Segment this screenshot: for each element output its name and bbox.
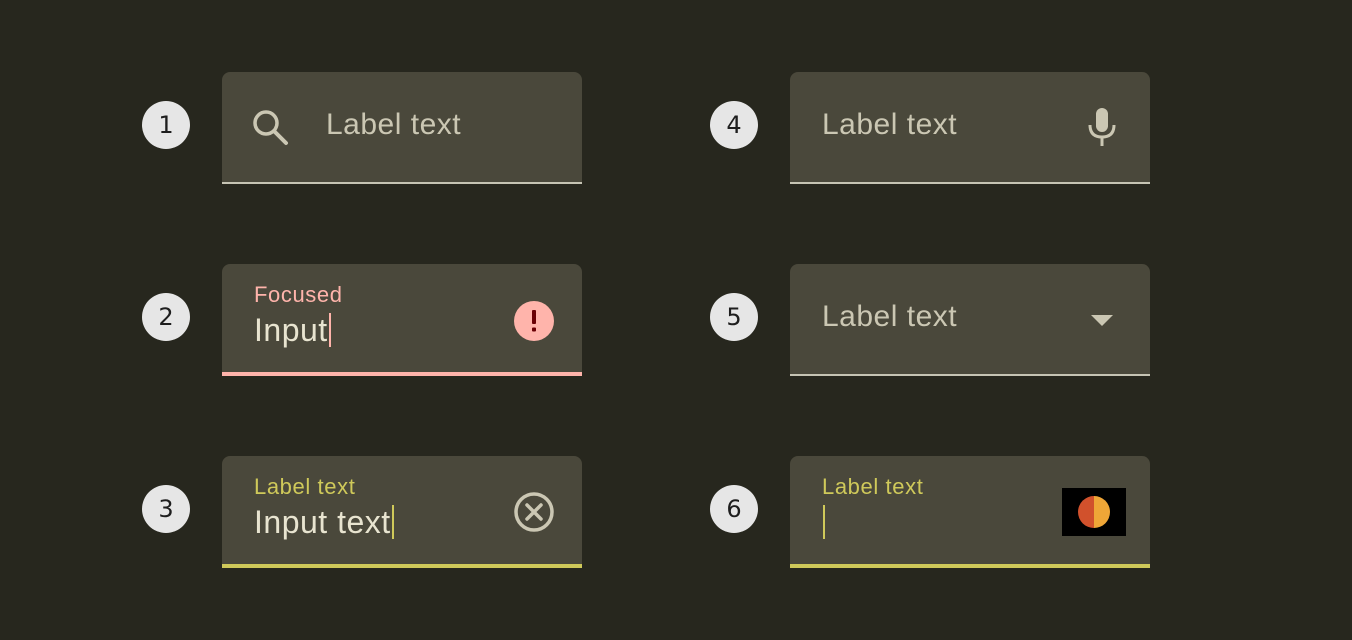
step-badge-2: 2 bbox=[142, 293, 190, 341]
dropdown-field[interactable]: Label text bbox=[790, 264, 1150, 376]
field-label: Label text bbox=[822, 474, 924, 499]
clear-icon[interactable] bbox=[513, 491, 555, 533]
voice-text-field[interactable]: Label text bbox=[790, 72, 1150, 184]
text-caret bbox=[823, 505, 825, 539]
step-badge-4: 4 bbox=[710, 101, 758, 149]
filled-text-field[interactable]: Label text Input text bbox=[222, 456, 582, 568]
step-badge-1: 1 bbox=[142, 101, 190, 149]
input-value: Input text bbox=[254, 504, 391, 540]
error-text-field[interactable]: Focused Input bbox=[222, 264, 582, 376]
step-badge-5: 5 bbox=[710, 293, 758, 341]
text-caret bbox=[328, 313, 331, 347]
field-input[interactable] bbox=[822, 504, 825, 541]
field-label: Label text bbox=[254, 474, 356, 499]
field-label: Label text bbox=[822, 300, 958, 333]
field-input[interactable]: Input bbox=[254, 312, 331, 349]
field-input[interactable]: Input text bbox=[254, 504, 394, 541]
search-field[interactable]: Label text bbox=[222, 72, 582, 184]
dropdown-arrow-icon[interactable] bbox=[1090, 314, 1114, 328]
field-label: Label text bbox=[822, 108, 958, 141]
step-badge-6: 6 bbox=[710, 485, 758, 533]
microphone-icon[interactable] bbox=[1085, 107, 1119, 147]
card-number-field[interactable]: Label text bbox=[790, 456, 1150, 568]
input-value: Input bbox=[254, 312, 328, 348]
step-badge-3: 3 bbox=[142, 485, 190, 533]
text-caret bbox=[391, 505, 394, 539]
error-icon bbox=[514, 301, 554, 341]
field-label: Focused bbox=[254, 282, 343, 307]
search-icon bbox=[253, 110, 288, 145]
field-label: Label text bbox=[326, 108, 462, 141]
card-brand-icon bbox=[1062, 488, 1126, 536]
